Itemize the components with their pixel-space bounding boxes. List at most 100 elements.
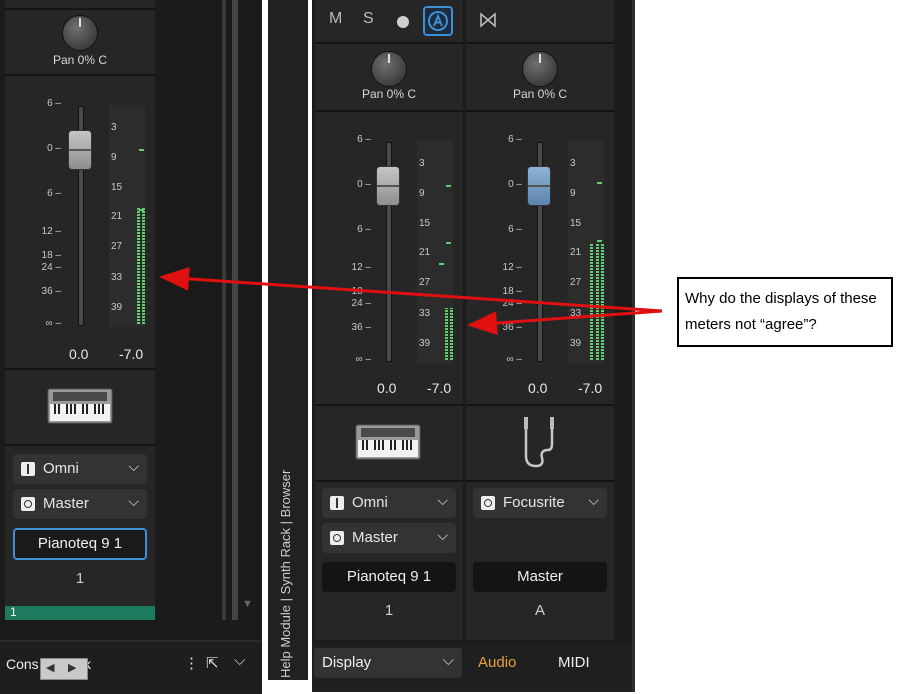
scroll-right-icon[interactable]: ▶ [68,661,76,674]
fader-scale-label: 12 – [41,226,61,237]
routing-section: Omni ⌵ Master ⌵ Pianoteq 9 1 1 [315,482,463,630]
meter-bar-left [445,307,448,360]
chevron-down-icon[interactable]: ⌵ [234,652,245,669]
keyboard-instrument-icon[interactable] [47,388,113,424]
input-icon [330,496,344,510]
meter-scale-label: 39 [570,338,582,349]
instrument-section [466,406,614,482]
automation-icon [428,11,448,31]
tab-midi[interactable]: MIDI [558,654,590,671]
fader-scale-label: 36 – [41,286,61,297]
volume-fader[interactable] [528,167,550,205]
pan-knob[interactable] [372,52,406,86]
keyboard-instrument-icon[interactable] [355,424,421,460]
meter-scale-label: 21 [419,247,431,258]
side-panel-divider: Help Module | Synth Rack | Browser [262,0,314,692]
channel-number: 1 [75,570,85,587]
scroll-down-icon[interactable]: ▼ [242,598,253,610]
fader-scale-label: 18 – [351,286,371,297]
scroll-left-icon[interactable]: ◀ [46,661,54,674]
expand-icon[interactable]: ⇱ [206,654,219,672]
fader-scale-label: 24 – [41,262,61,273]
meter-scale-label: 27 [419,277,431,288]
fader-scale-label: 6 – [357,134,371,145]
channel-strip-a: M S Pan 0% C 6 – 0 – 6 – 12 – 18 – 24 – … [315,0,463,640]
routing-section: Focusrite ⌵ Master A [466,482,614,630]
solo-button[interactable]: S [363,10,374,28]
audio-cable-icon[interactable] [514,414,564,474]
chevron-down-icon: ⌵ [442,652,454,669]
channel-name-field[interactable]: Pianoteq 9 1 [13,528,147,560]
meter-scale-label: 3 [111,122,117,133]
fader-section: 6 – 0 – 6 – 12 – 18 – 24 – 36 – ∞ – 3 9 … [466,112,614,406]
input-select[interactable]: Omni ⌵ [13,454,147,484]
channel-buttons [466,0,614,44]
fader-scale-label: 24 – [502,298,522,309]
display-select[interactable]: Display ⌵ [314,648,462,678]
meter-bar-right [601,244,604,360]
chevron-down-icon: ⌵ [588,492,599,508]
meter-scale-label: 15 [419,218,431,229]
meter-bar-left [590,244,593,360]
track-number: 1 [10,605,17,619]
instrument-section [315,406,463,482]
scroll-gutter [158,0,222,620]
fader-scale-label: 18 – [502,286,522,297]
volume-fader[interactable] [377,167,399,205]
meter-scale-label: 3 [570,158,576,169]
chevron-down-icon: ⌵ [437,527,448,543]
channel-name-field[interactable]: Master [473,562,607,592]
chevron-down-icon: ⌵ [128,493,139,509]
fader-section: 6 – 0 – 6 – 12 – 18 – 24 – 36 – ∞ – 3 9 … [315,112,463,406]
vertical-scrollbar-2[interactable] [232,0,238,620]
meter-scale-label: 39 [111,302,123,313]
volume-fader[interactable] [69,131,91,169]
side-panel-tabs[interactable]: Help Module | Synth Rack | Browser [278,418,293,678]
fader-scale-label: 6 – [357,224,371,235]
pan-section: Pan 0% C [315,44,463,112]
record-button[interactable] [397,16,409,28]
console-label[interactable]: Cons [6,656,39,672]
link-icon[interactable] [478,10,498,30]
output-select-label: Master [43,495,89,512]
more-options-icon[interactable]: ⋮ [184,654,199,672]
fader-section: 6 – 0 – 6 – 12 – 18 – 24 – 36 – ∞ – 3 9 … [5,76,155,370]
mute-button[interactable]: M [329,10,342,28]
pan-knob[interactable] [63,16,97,50]
pan-label: Pan 0% C [52,53,108,67]
fader-scale-label: ∞ – [506,354,522,365]
left-channel-strip: Pan 0% C 6 – 0 – 6 – 12 – 18 – 24 – 36 –… [5,0,155,620]
output-select[interactable]: Master ⌵ [322,523,456,553]
fader-scale-label: 6 – [47,98,61,109]
track-color-strip: 1 [5,605,155,620]
peak-hold-marker [597,182,602,184]
pan-section: Pan 0% C [5,10,155,76]
output-icon [481,496,495,510]
output-select[interactable]: Master ⌵ [13,489,147,519]
meter-scale-label: 33 [419,308,431,319]
right-panel-border [632,0,635,692]
input-select[interactable]: Omni ⌵ [322,488,456,518]
input-select-label: Omni [352,494,388,511]
meter-scale-label: 27 [570,277,582,288]
horizontal-scroll-thumb[interactable]: ◀ ▶ [40,658,88,680]
output-select[interactable]: Focusrite ⌵ [473,488,607,518]
tab-audio[interactable]: Audio [478,654,516,671]
channel-strip-b: Pan 0% C 6 – 0 – 6 – 12 – 18 – 24 – 36 –… [466,0,614,640]
peak-hold-marker [139,149,144,151]
automation-button[interactable] [423,6,453,36]
fader-scale-label: 6 – [47,188,61,199]
pan-knob[interactable] [523,52,557,86]
vertical-scrollbar[interactable] [222,0,226,620]
chevron-down-icon: ⌵ [128,458,139,474]
right-mixer-panel: M S Pan 0% C 6 – 0 – 6 – 12 – 18 – 24 – … [312,0,634,692]
peak-hold-marker [446,185,451,187]
channel-name-field[interactable]: Pianoteq 9 1 [322,562,456,592]
input-icon [21,462,35,476]
output-icon [330,531,344,545]
pan-label: Pan 0% C [361,87,417,101]
fader-scale-label: 6 – [508,134,522,145]
meter-bar-mid [596,244,599,360]
meter-scale-label: 9 [111,152,117,163]
meter-scale-label: 15 [570,218,582,229]
